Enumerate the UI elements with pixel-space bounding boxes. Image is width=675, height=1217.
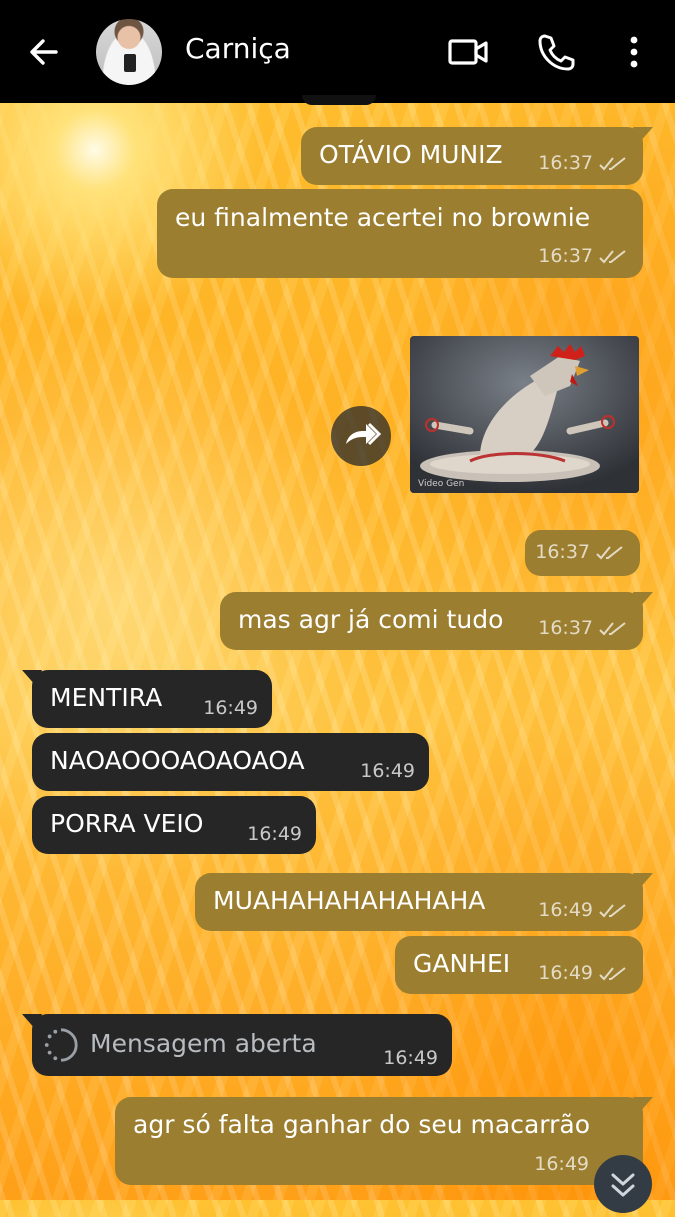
- message-time: 16:49: [538, 962, 593, 984]
- message-meta: 16:37: [535, 543, 626, 562]
- double-check-icon: [599, 156, 626, 170]
- scroll-to-bottom-button[interactable]: [594, 1155, 652, 1213]
- avatar[interactable]: [96, 19, 162, 85]
- message-meta: 16:49: [247, 825, 302, 844]
- message-meta: 16:49: [383, 1049, 438, 1068]
- message-text: eu finalmente acertei no brownie: [175, 203, 591, 232]
- message-time: 16:37: [538, 152, 593, 174]
- message-time: 16:37: [538, 617, 593, 639]
- message-text: PORRA VEIO: [50, 809, 204, 838]
- message-bubble-incoming[interactable]: NAOAOOOAOAOAOA 16:49: [32, 733, 429, 791]
- image-message[interactable]: Video Gen: [410, 336, 639, 493]
- message-bubble-outgoing[interactable]: GANHEI 16:49: [395, 936, 643, 994]
- double-check-icon: [599, 966, 626, 980]
- message-text: GANHEI: [413, 949, 511, 978]
- chat-header: Carniça: [0, 0, 675, 103]
- double-check-icon: [596, 545, 623, 559]
- message-text: MUAHAHAHAHAHAHA: [213, 886, 486, 915]
- contact-name[interactable]: Carniça: [185, 32, 291, 65]
- phone-icon[interactable]: [535, 30, 579, 74]
- message-bubble-outgoing[interactable]: eu finalmente acertei no brownie 16:37: [157, 189, 643, 278]
- message-bubble-incoming[interactable]: MENTIRA 16:49: [22, 670, 272, 728]
- view-once-message[interactable]: Mensagem aberta 16:49: [22, 1014, 452, 1076]
- message-meta: 16:49: [538, 964, 629, 983]
- message-meta: 16:49: [360, 762, 415, 781]
- message-text: MENTIRA: [50, 683, 163, 712]
- message-bubble-outgoing[interactable]: mas agr já comi tudo 16:37: [220, 592, 653, 650]
- message-time: 16:49: [534, 1153, 589, 1175]
- message-text: Mensagem aberta: [90, 1029, 317, 1058]
- message-time: 16:49: [247, 823, 302, 845]
- message-meta: 16:49: [538, 901, 629, 920]
- video-camera-icon[interactable]: [446, 30, 490, 74]
- double-check-icon: [599, 249, 626, 263]
- forward-button[interactable]: [331, 406, 391, 466]
- image-time-bubble: 16:37: [525, 530, 640, 576]
- message-meta: 16:49: [534, 1155, 589, 1174]
- message-bubble-outgoing[interactable]: agr só falta ganhar do seu macarrão 16:4…: [115, 1097, 653, 1185]
- previous-message-edge: [302, 95, 376, 105]
- message-text: NAOAOOOAOAOAOA: [50, 746, 305, 775]
- more-vertical-icon[interactable]: [612, 30, 656, 74]
- message-meta: 16:37: [538, 619, 629, 638]
- message-meta: 16:37: [538, 247, 629, 266]
- message-meta: 16:49: [203, 699, 258, 718]
- message-bubble-incoming[interactable]: PORRA VEIO 16:49: [32, 796, 316, 854]
- message-text: OTÁVIO MUNIZ: [319, 140, 503, 169]
- message-bubble-outgoing[interactable]: MUAHAHAHAHAHAHA 16:49: [195, 873, 653, 931]
- message-time: 16:49: [203, 697, 258, 719]
- double-check-icon: [599, 903, 626, 917]
- message-time: 16:49: [538, 899, 593, 921]
- rooster-image: [410, 336, 639, 493]
- message-bubble-outgoing[interactable]: OTÁVIO MUNIZ 16:37: [301, 127, 653, 185]
- arrow-left-icon[interactable]: [26, 34, 62, 70]
- forward-icon: [346, 422, 382, 446]
- watermark: Video Gen: [418, 479, 465, 489]
- message-meta: 16:37: [538, 154, 629, 173]
- message-time: 16:49: [383, 1047, 438, 1069]
- message-text: mas agr já comi tudo: [238, 605, 504, 634]
- message-time: 16:37: [535, 541, 590, 563]
- double-chevron-down-icon: [611, 1173, 635, 1197]
- message-text: agr só falta ganhar do seu macarrão: [133, 1110, 591, 1139]
- message-time: 16:37: [538, 245, 593, 267]
- message-time: 16:49: [360, 760, 415, 782]
- view-once-icon: [44, 1028, 78, 1062]
- double-check-icon: [599, 621, 626, 635]
